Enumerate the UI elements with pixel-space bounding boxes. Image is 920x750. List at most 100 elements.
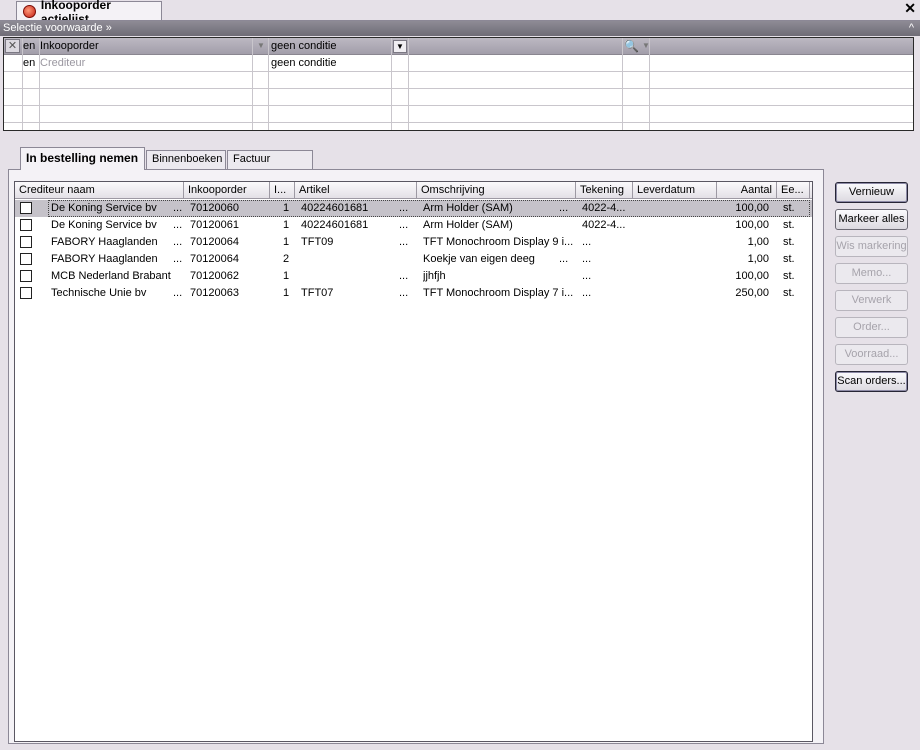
table-row[interactable]: MCB Nederland Brabant ... 70120062 1... jjh… <box>15 268 812 285</box>
cell-omschrijving: Koekje van eigen deeg <box>423 253 535 265</box>
cell-dots1: ... <box>173 202 183 214</box>
column-header-aantal[interactable]: Aantal <box>717 182 777 199</box>
divider <box>649 38 650 130</box>
row-checkbox[interactable] <box>20 236 32 248</box>
cell-artikel: TFT09 <box>301 236 334 248</box>
markeer-alles-button[interactable]: Markeer alles <box>835 209 908 230</box>
chevron-down-icon[interactable]: ▼ <box>254 40 268 53</box>
row-checkbox[interactable] <box>20 287 32 299</box>
row-checkbox[interactable] <box>20 270 32 282</box>
table-row[interactable]: FABORY Haaglanden... 70120064 1 TFT09... TFT… <box>15 234 812 251</box>
cell-tekening: 4022-4... <box>582 219 626 231</box>
row-checkbox[interactable] <box>20 219 32 231</box>
divider <box>408 38 409 130</box>
cell-omschrijving: TFT Monochroom Display 7 i... <box>423 287 573 299</box>
cell-artikel: TFT07 <box>301 287 334 299</box>
cell-dots3 <box>559 234 573 251</box>
verwerk-button[interactable]: Verwerk <box>835 290 908 311</box>
collapse-icon[interactable]: ^ <box>909 21 914 36</box>
column-header-line[interactable]: I... <box>270 182 295 199</box>
cell-dots3 <box>559 268 573 285</box>
cell-order: 70120060 <box>190 202 239 214</box>
selection-condition[interactable]: geen conditie <box>271 40 336 52</box>
selection-row[interactable] <box>4 89 913 106</box>
table-row[interactable]: De Koning Service bv... 70120061 1 40224601… <box>15 217 812 234</box>
selection-row[interactable] <box>4 106 913 123</box>
delete-row-icon[interactable]: ✕ <box>5 39 20 53</box>
tab-factuur-boeken[interactable]: Factuur boeken <box>227 150 313 182</box>
cell-dots2: ... <box>399 236 409 248</box>
cell-crediteur: FABORY Haaglanden <box>51 253 158 265</box>
cell-leverdatum <box>638 285 713 302</box>
cell-dots2 <box>399 251 413 268</box>
column-header-eenheid[interactable]: Ee... <box>777 182 810 199</box>
column-header-leverdatum[interactable]: Leverdatum <box>633 182 717 199</box>
cell-tekening: 4022-4... <box>582 202 626 214</box>
cell-dots3: ... <box>559 202 569 214</box>
document-tab[interactable]: Inkooporder actielijst <box>16 0 162 26</box>
selection-field[interactable]: Inkooporder <box>40 40 99 52</box>
cell-line: 1 <box>283 219 290 231</box>
selection-condition[interactable]: geen conditie <box>271 57 336 69</box>
cell-leverdatum <box>638 200 713 217</box>
cell-aantal: 100,00 <box>735 270 769 282</box>
scan-orders-button[interactable]: Scan orders... <box>835 371 908 392</box>
vernieuw-button[interactable]: Vernieuw <box>835 182 908 203</box>
selection-row[interactable]: en Crediteur geen conditie <box>4 55 913 72</box>
cell-dots3 <box>559 217 573 234</box>
cell-artikel: 40224601681 <box>301 202 369 214</box>
cell-omschrijving: TFT Monochroom Display 9 i... <box>423 236 573 248</box>
column-header-crediteur[interactable]: Crediteur naam <box>15 182 184 199</box>
cell-artikel: 40224601681 <box>301 219 369 231</box>
memo-button[interactable]: Memo... <box>835 263 908 284</box>
column-header-inkooporder[interactable]: Inkooporder <box>184 182 270 199</box>
close-icon[interactable]: ✕ <box>904 0 916 16</box>
tab-in-bestelling-nemen[interactable]: In bestelling nemen <box>20 147 145 170</box>
selection-row[interactable]: ✕ en Inkooporder ▼ geen conditie ▼ 🔍 ▼ <box>4 38 913 55</box>
column-header-artikel[interactable]: Artikel <box>295 182 417 199</box>
cell-dots1: ... <box>173 236 183 248</box>
selection-conjunction: en <box>23 57 36 69</box>
cell-order: 70120062 <box>190 270 239 282</box>
voorraad-button[interactable]: Voorraad... <box>835 344 908 365</box>
cell-dots1: ... <box>173 253 183 265</box>
wis-markering-button[interactable]: Wis markering <box>835 236 908 257</box>
cell-eenheid: st. <box>783 236 795 248</box>
search-icon[interactable]: 🔍 <box>624 39 639 53</box>
selection-row[interactable] <box>4 72 913 89</box>
row-checkbox[interactable] <box>20 253 32 265</box>
table-row[interactable]: Technische Unie bv... 70120063 1 TFT07... TF… <box>15 285 812 302</box>
table-row[interactable]: De Koning Service bv... 70120060 1 40224601… <box>15 200 812 217</box>
column-header-omschrijving[interactable]: Omschrijving <box>417 182 576 199</box>
cell-leverdatum <box>638 268 713 285</box>
cell-eenheid: st. <box>783 253 795 265</box>
table-row[interactable]: FABORY Haaglanden... 70120064 2 Koekje van … <box>15 251 812 268</box>
cell-tekening: ... <box>582 287 592 299</box>
selection-field[interactable]: Crediteur <box>40 57 85 69</box>
tab-binnenboeken[interactable]: Binnenboeken <box>146 150 226 169</box>
order-button[interactable]: Order... <box>835 317 908 338</box>
cell-crediteur: De Koning Service bv <box>51 202 157 214</box>
chevron-down-icon[interactable]: ▼ <box>639 40 653 53</box>
divider <box>39 38 40 130</box>
cell-tekening: ... <box>582 270 592 282</box>
column-header-row: Crediteur naam Inkooporder I... Artikel … <box>15 182 812 199</box>
cell-line: 1 <box>283 270 290 282</box>
divider <box>22 38 23 130</box>
row-checkbox[interactable] <box>20 202 32 214</box>
cell-dots2: ... <box>399 270 409 282</box>
chevron-down-icon[interactable]: ▼ <box>393 40 407 53</box>
cell-dots1: ... <box>173 219 183 231</box>
cell-omschrijving: Arm Holder (SAM) <box>423 219 513 231</box>
order-list[interactable]: Crediteur naam Inkooporder I... Artikel … <box>14 181 813 742</box>
cell-dots2: ... <box>399 219 409 231</box>
column-header-tekening[interactable]: Tekening <box>576 182 633 199</box>
cell-dots3 <box>559 285 573 302</box>
cell-omschrijving: jjhfjh <box>423 270 446 282</box>
selection-header[interactable]: Selectie voorwaarde » ^ <box>0 21 920 36</box>
cell-aantal: 1,00 <box>747 253 769 265</box>
divider <box>391 38 392 130</box>
selection-header-label: Selectie voorwaarde » <box>3 22 112 34</box>
cell-omschrijving: Arm Holder (SAM) <box>423 202 513 214</box>
cell-line: 1 <box>283 236 290 248</box>
